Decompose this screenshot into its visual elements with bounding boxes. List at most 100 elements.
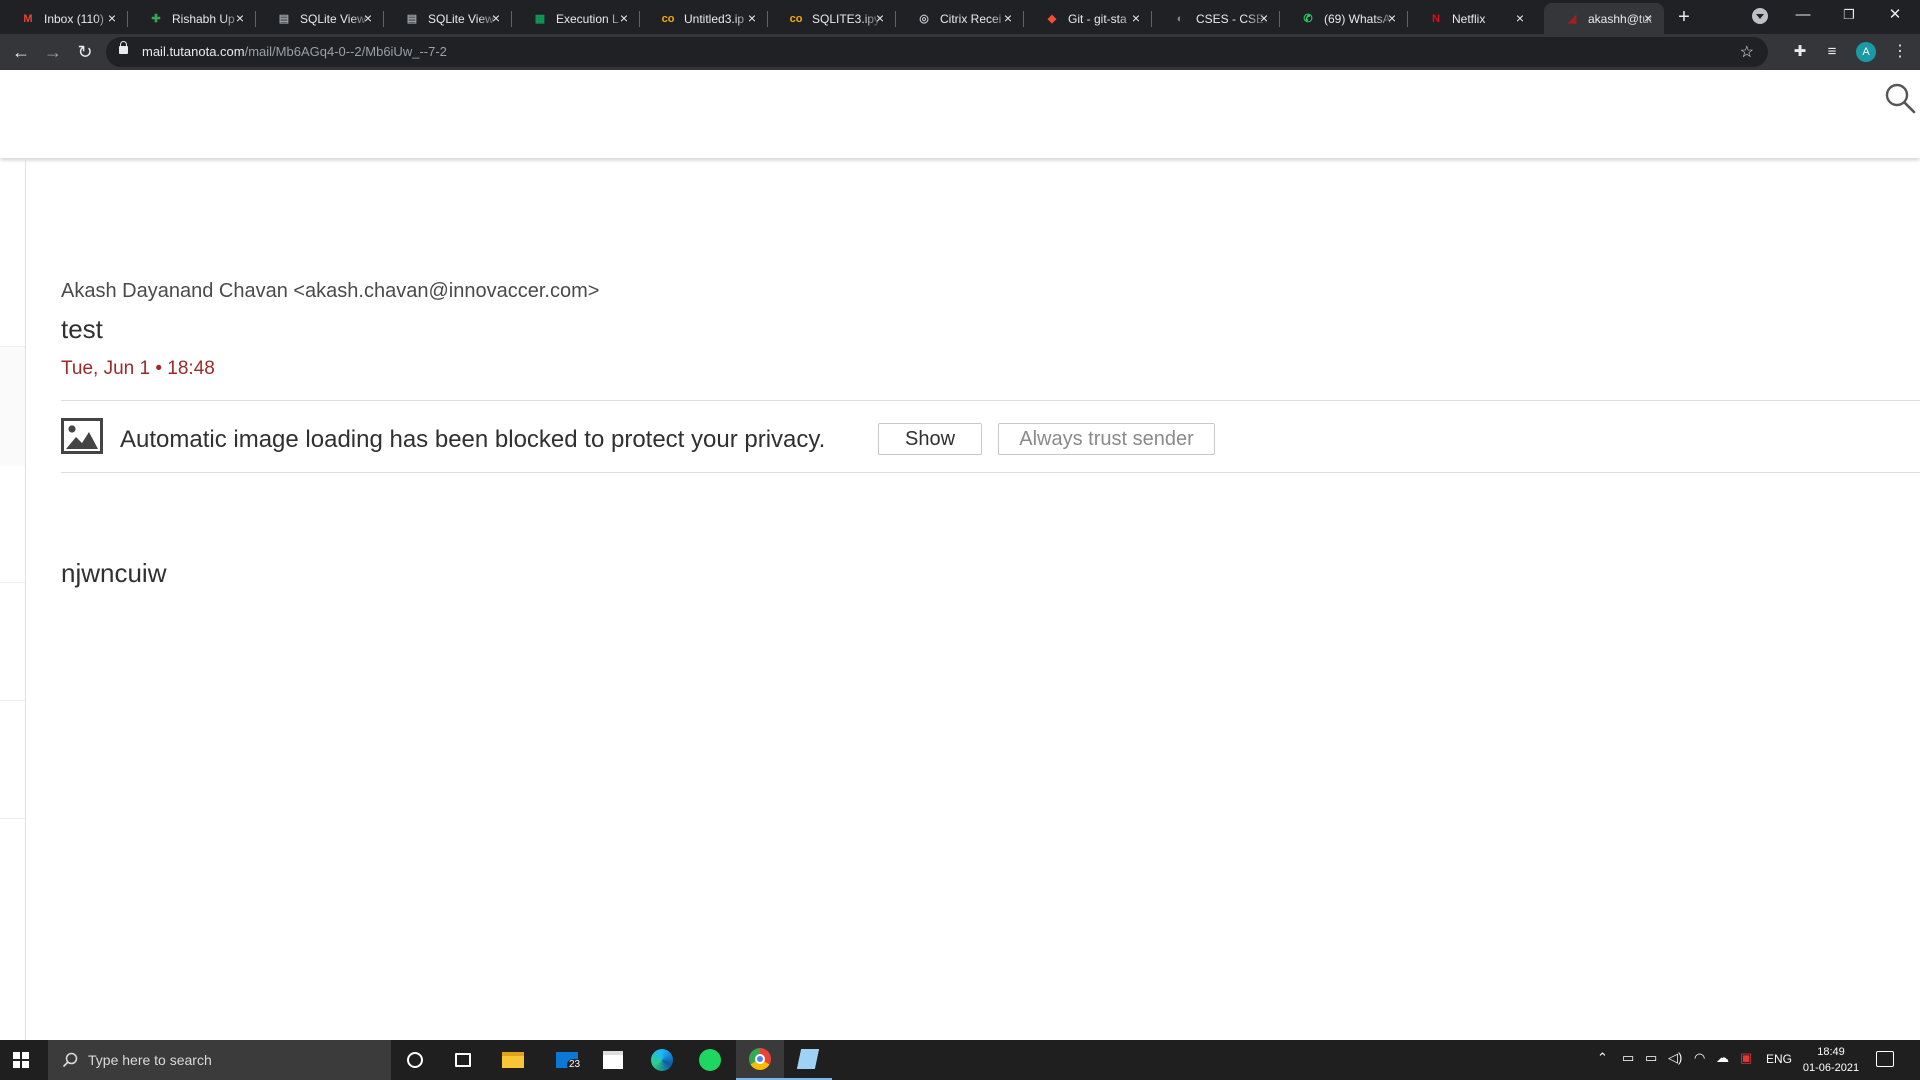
browser-tab[interactable]: ✚ Rishabh Up × [128, 3, 256, 34]
mail-date: Tue, Jun 1 • 18:48 [61, 358, 215, 379]
chrome-taskbar-icon[interactable] [736, 1040, 784, 1080]
citrix-icon: ◎ [919, 13, 929, 25]
battery-icon[interactable]: ▭ [1645, 1050, 1657, 1066]
onedrive-icon[interactable]: ☁ [1716, 1050, 1729, 1066]
search-icon[interactable] [1884, 82, 1916, 114]
git-icon: ◆ [1047, 13, 1057, 25]
tutanota-icon: ◢ [1567, 13, 1577, 25]
mail-page: Akash Dayanand Chavan <akash.chavan@inno… [0, 70, 1920, 1040]
rail-divider [0, 818, 25, 819]
chrome-menu-icon[interactable]: ⋮ [1890, 42, 1910, 62]
language-indicator[interactable]: ENG [1766, 1052, 1792, 1066]
system-clock[interactable]: 18:49 01-06-2021 [1796, 1044, 1866, 1076]
close-window-button[interactable]: ✕ [1872, 0, 1918, 30]
taskbar-search-box[interactable]: Type here to search [48, 1040, 391, 1080]
minimize-button[interactable]: — [1780, 0, 1826, 30]
tray-chevron-icon[interactable]: ⌃ [1597, 1050, 1608, 1066]
browser-tab[interactable]: ◆ Git - git-sta × [1024, 3, 1152, 34]
browser-tab[interactable]: ✆ (69) WhatsA × [1280, 3, 1408, 34]
close-tab-icon[interactable]: × [1512, 10, 1528, 26]
store-icon[interactable] [589, 1040, 637, 1080]
taskbar-search-placeholder: Type here to search [88, 1052, 212, 1068]
cortana-icon[interactable] [391, 1040, 439, 1080]
mail-body: njwncuiw [61, 558, 167, 588]
address-bar[interactable]: mail.tutanota.com/mail/Mb6AGq4-0--2/Mb6i… [106, 37, 1768, 67]
sender-address[interactable]: Akash Dayanand Chavan <akash.chavan@inno… [61, 280, 599, 303]
extensions-puzzle-icon[interactable]: ✚ [1790, 42, 1810, 62]
tab-search-icon[interactable] [1752, 8, 1768, 24]
database-icon: ▤ [278, 13, 290, 25]
whatsapp-icon: ✆ [1303, 13, 1313, 25]
notepad-icon[interactable] [784, 1040, 832, 1080]
browser-tab[interactable]: co Untitled3.ip × [640, 3, 768, 34]
mail-app-icon[interactable]: 23 [543, 1040, 591, 1080]
close-tab-icon[interactable]: × [1256, 10, 1272, 26]
browser-tab[interactable]: ▤ SQLite View × [384, 3, 512, 34]
netflix-icon: N [1432, 12, 1440, 25]
browser-toolbar: ← → ↻ mail.tutanota.com/mail/Mb6AGq4-0--… [0, 34, 1920, 70]
notification-center-icon[interactable] [1876, 1051, 1894, 1067]
profile-avatar[interactable]: A [1856, 42, 1876, 62]
close-tab-icon[interactable]: × [104, 10, 120, 26]
browser-tab[interactable]: co SQLITE3.ipy × [768, 3, 896, 34]
show-images-button[interactable]: Show [878, 423, 982, 455]
browser-tab[interactable]: ◎ Citrix Recei × [896, 3, 1024, 34]
browser-tab[interactable]: ▦ Execution L × [512, 3, 640, 34]
browser-tab[interactable]: ◢ akashh@tut × [1544, 3, 1664, 34]
colab-icon: co [661, 12, 675, 25]
wifi-icon[interactable]: ◠ [1694, 1050, 1705, 1066]
close-tab-icon[interactable]: × [1384, 10, 1400, 26]
cses-icon: ◐ [1176, 12, 1184, 25]
close-tab-icon[interactable]: × [744, 10, 760, 26]
task-view-icon[interactable] [439, 1040, 487, 1080]
close-tab-icon[interactable]: × [232, 10, 248, 26]
close-tab-icon[interactable]: × [872, 10, 888, 26]
media-control-icon[interactable]: ≡ [1822, 42, 1842, 62]
close-tab-icon[interactable]: × [1640, 10, 1656, 26]
windows-start-icon[interactable] [13, 1052, 29, 1068]
clock-date: 01-06-2021 [1802, 1062, 1860, 1074]
rail-segment [0, 346, 25, 466]
close-tab-icon[interactable]: × [1128, 10, 1144, 26]
forward-icon[interactable]: → [41, 40, 65, 64]
url-host: mail.tutanota.com [142, 44, 245, 59]
lock-icon[interactable] [119, 41, 128, 54]
app-header [0, 70, 1920, 158]
clock-time: 18:49 [1817, 1046, 1845, 1058]
notice-divider [61, 472, 1920, 473]
volume-icon[interactable]: ◁) [1668, 1050, 1682, 1066]
puzzle-icon: ✚ [151, 13, 161, 25]
close-tab-icon[interactable]: × [1000, 10, 1016, 26]
image-blocked-notice: Automatic image loading has been blocked… [120, 426, 826, 453]
always-trust-sender-button[interactable]: Always trust sender [998, 423, 1215, 455]
file-explorer-icon[interactable] [489, 1040, 537, 1080]
mail-subject: test [61, 314, 103, 344]
spotify-icon[interactable] [686, 1040, 734, 1080]
tray-device-icon[interactable]: ▭ [1622, 1050, 1634, 1066]
image-blocked-icon [61, 418, 103, 454]
windows-taskbar: Type here to search 23 ⌃ ▭ ▭ ◁) ◠ ☁ ▣ EN… [0, 1040, 1920, 1080]
mail-badge: 23 [567, 1059, 583, 1071]
browser-tab[interactable]: N Netflix × [1408, 3, 1536, 34]
close-tab-icon[interactable]: × [488, 10, 504, 26]
gmail-icon: M [23, 12, 33, 25]
close-tab-icon[interactable]: × [360, 10, 376, 26]
restore-button[interactable]: ❐ [1826, 0, 1872, 30]
header-divider [61, 400, 1920, 401]
browser-tab-strip: M Inbox (110) × ✚ Rishabh Up × ▤ SQLite View × ▤ S… [0, 0, 1920, 34]
url-text[interactable]: mail.tutanota.com/mail/Mb6AGq4-0--2/Mb6i… [142, 44, 447, 59]
new-tab-button[interactable]: + [1672, 6, 1696, 30]
bookmark-star-icon[interactable]: ☆ [1740, 42, 1754, 62]
reload-icon[interactable]: ↻ [73, 40, 97, 64]
edge-icon[interactable] [638, 1040, 686, 1080]
browser-tab[interactable]: M Inbox (110) × [0, 3, 128, 34]
browser-tab[interactable]: ◐ CSES - CSES × [1152, 3, 1280, 34]
rail-divider [0, 582, 25, 583]
colab-icon: co [789, 12, 803, 25]
sheets-icon: ▦ [534, 13, 546, 25]
app-tray-icon[interactable]: ▣ [1740, 1050, 1752, 1066]
browser-tab[interactable]: ▤ SQLite View × [256, 3, 384, 34]
back-icon[interactable]: ← [9, 40, 33, 64]
close-tab-icon[interactable]: × [616, 10, 632, 26]
database-icon: ▤ [406, 13, 418, 25]
